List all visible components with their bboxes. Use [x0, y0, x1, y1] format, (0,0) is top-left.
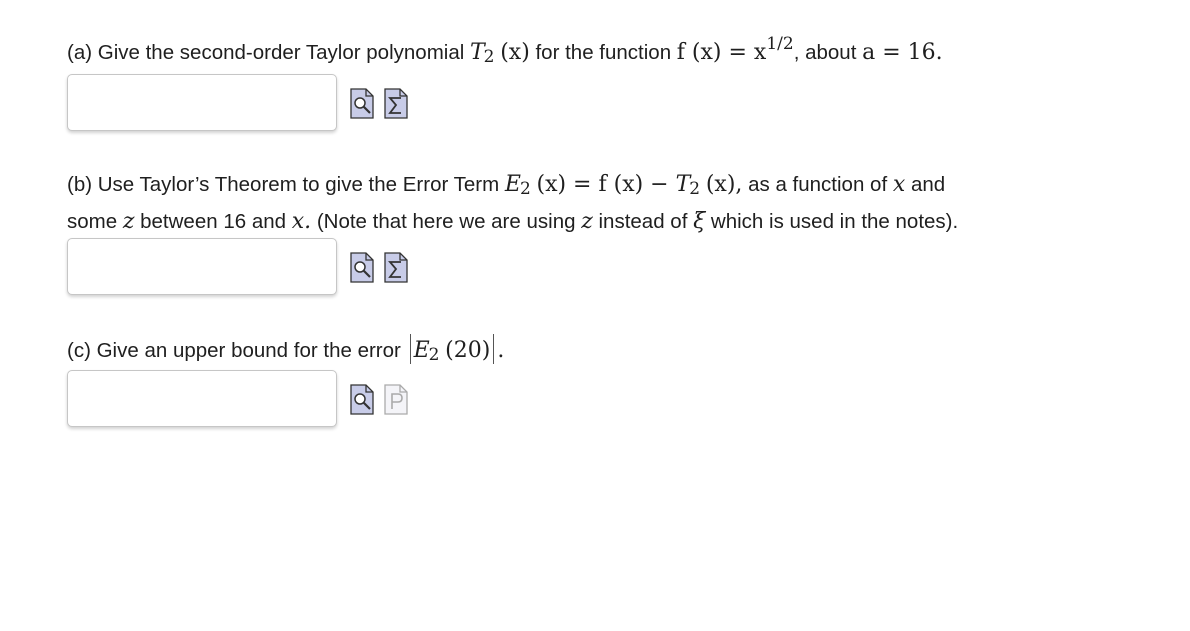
question-c: (c) Give an upper bound for the error E2…	[67, 333, 1147, 370]
question-b: (b) Use Taylor’s Theorem to give the Err…	[67, 167, 1147, 240]
paste-icon-disabled	[383, 383, 409, 416]
abs-bar-right	[493, 334, 495, 364]
question-a: (a) Give the second-order Taylor polynom…	[67, 34, 1147, 72]
question-a-text: (a) Give the second-order Taylor polynom…	[67, 34, 943, 67]
preview-icon[interactable]	[349, 251, 375, 284]
preview-icon[interactable]	[349, 87, 375, 120]
preview-icon[interactable]	[349, 383, 375, 416]
equation-editor-icon[interactable]	[383, 87, 409, 120]
answer-input-a[interactable]	[67, 74, 337, 131]
question-b-line-2: some z between 16 and x. (Note that here…	[67, 209, 959, 234]
question-b-line-1: (b) Use Taylor’s Theorem to give the Err…	[67, 172, 946, 199]
answer-input-c[interactable]	[67, 370, 337, 427]
abs-bar-left	[409, 334, 411, 364]
answer-input-b[interactable]	[67, 238, 337, 295]
question-c-text: (c) Give an upper bound for the error E2…	[67, 333, 1147, 370]
equation-editor-icon[interactable]	[383, 251, 409, 284]
